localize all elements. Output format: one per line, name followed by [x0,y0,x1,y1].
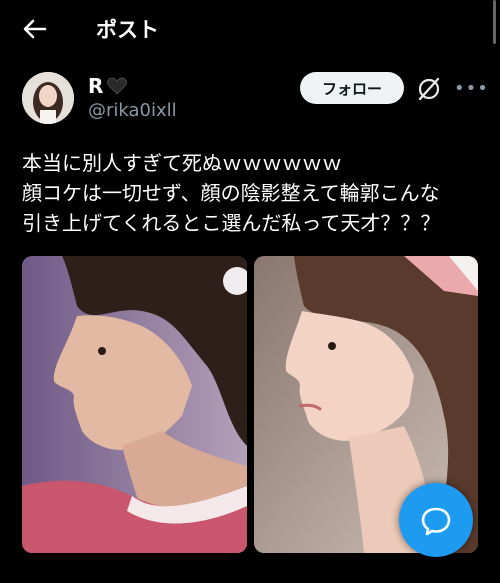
follow-button[interactable]: フォロー [300,72,404,104]
compose-reply-icon [421,507,451,536]
avatar[interactable] [22,72,74,124]
author-name[interactable]: R [88,74,103,98]
scrollbar[interactable] [493,0,496,44]
post-text: 本当に別人すぎて死ぬｗｗｗｗｗｗ 顔コケは一切せず、顔の陰影整えて輪郭こんな 引… [22,148,482,238]
grok-icon[interactable] [416,76,442,102]
compose-reply-button[interactable] [399,483,473,557]
post-text-line: 本当に別人すぎて死ぬｗｗｗｗｗｗ [22,151,342,175]
more-icon[interactable]: ••• [454,78,488,100]
back-arrow-icon[interactable] [20,14,50,44]
black-heart-icon [107,77,128,95]
author-handle[interactable]: @rika0ixll [88,100,177,121]
author-name-row[interactable]: R [88,74,128,98]
post-image-before[interactable] [22,256,247,553]
before-photo-illustration [22,256,247,553]
top-bar: ポスト [0,0,500,58]
page-title: ポスト [96,18,159,42]
post-text-line: 顔コケは一切せず、顔の陰影整えて輪郭こんな [22,181,440,205]
avatar-image [22,72,74,124]
post-text-line: 引き上げてくれるとこ選んだ私って天才？？？ [22,211,441,235]
